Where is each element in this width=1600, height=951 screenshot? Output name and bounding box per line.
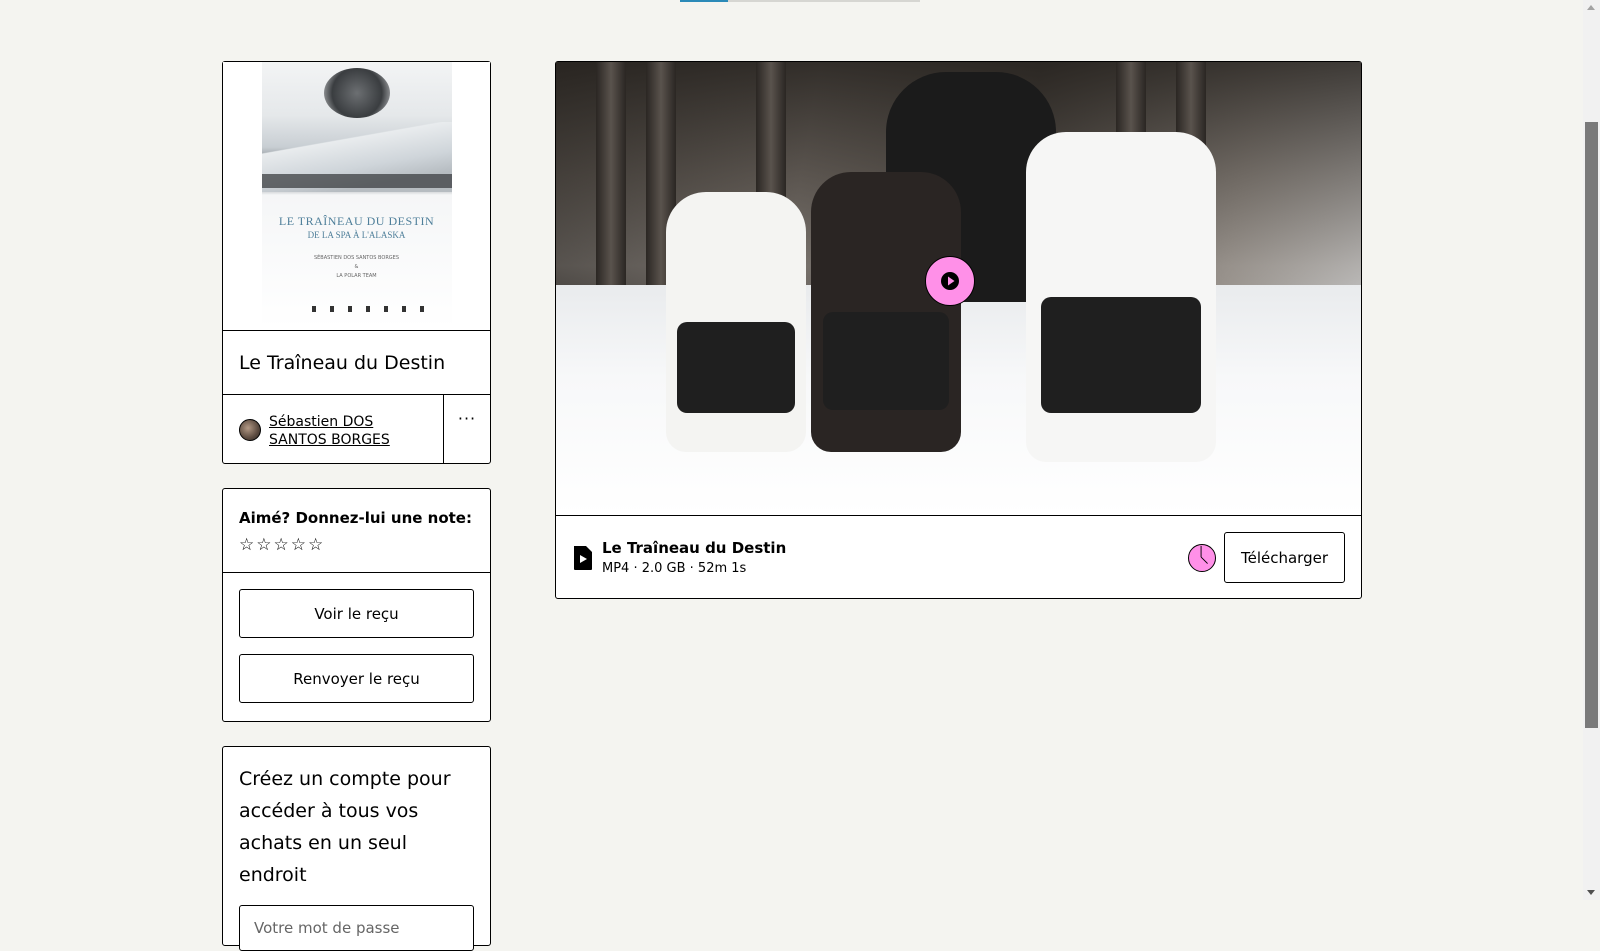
video-player[interactable] xyxy=(556,62,1361,516)
cover-title: LE TRAÎNEAU DU DESTIN xyxy=(278,214,435,228)
download-button[interactable]: Télécharger xyxy=(1224,532,1345,583)
file-name: Le Traîneau du Destin xyxy=(602,539,787,557)
product-cover-image: LE TRAÎNEAU DU DESTIN DE LA SPA À L'ALAS… xyxy=(261,62,452,328)
creator-name-link[interactable]: Sébastien DOS SANTOS BORGES xyxy=(269,413,427,449)
rating-label: Aimé? Donnez-lui une note: xyxy=(239,509,472,527)
star-icon[interactable]: ☆ xyxy=(308,535,323,555)
file-video-icon xyxy=(574,545,592,570)
star-icon[interactable]: ☆ xyxy=(256,535,271,555)
ellipsis-icon: ··· xyxy=(457,409,477,428)
play-icon xyxy=(941,272,959,290)
cover-wrapper: LE TRAÎNEAU DU DESTIN DE LA SPA À L'ALAS… xyxy=(223,62,490,331)
file-row: Le Traîneau du Destin MP4 · 2.0 GB · 52m… xyxy=(556,516,1361,599)
cover-sled-silhouette xyxy=(311,306,432,312)
star-icon[interactable]: ☆ xyxy=(239,535,254,555)
star-icon[interactable]: ☆ xyxy=(291,535,306,555)
file-info: Le Traîneau du Destin MP4 · 2.0 GB · 52m… xyxy=(602,539,1188,576)
view-receipt-button[interactable]: Voir le reçu xyxy=(239,589,474,638)
cover-forest xyxy=(261,174,452,188)
video-dog xyxy=(666,192,806,452)
file-meta: MP4 · 2.0 GB · 52m 1s xyxy=(602,561,747,576)
cover-dog-team-emblem xyxy=(323,68,390,118)
create-account-prompt: Créez un compte pour accéder à tous vos … xyxy=(239,768,451,886)
password-input[interactable] xyxy=(239,905,474,951)
resend-receipt-button[interactable]: Renvoyer le reçu xyxy=(239,654,474,703)
product-title: Le Traîneau du Destin xyxy=(223,331,490,395)
more-options-button[interactable]: ··· xyxy=(444,395,490,464)
video-tree xyxy=(596,62,626,322)
cover-credits: SÉBASTIEN DOS SANTOS BORGES & LA POLAR T… xyxy=(313,255,400,279)
top-tab-indicator xyxy=(680,0,920,2)
rating-receipt-card: Aimé? Donnez-lui une note: ☆ ☆ ☆ ☆ ☆ Voi… xyxy=(222,488,491,722)
scroll-up-arrow-icon[interactable] xyxy=(1587,5,1595,10)
creator-row: Sébastien DOS SANTOS BORGES ··· xyxy=(223,395,490,464)
active-tab-indicator xyxy=(680,0,728,2)
media-card: Le Traîneau du Destin MP4 · 2.0 GB · 52m… xyxy=(555,61,1362,599)
video-dog xyxy=(811,172,961,452)
create-account-card: Créez un compte pour accéder à tous vos … xyxy=(222,746,491,951)
scroll-down-arrow-icon[interactable] xyxy=(1587,890,1595,895)
creator-info: Sébastien DOS SANTOS BORGES xyxy=(223,395,444,464)
cover-subtitle: DE LA SPA À L'ALASKA xyxy=(307,230,406,240)
play-button[interactable] xyxy=(925,256,975,306)
star-icon[interactable]: ☆ xyxy=(274,535,289,555)
rating-section: Aimé? Donnez-lui une note: ☆ ☆ ☆ ☆ ☆ xyxy=(223,489,490,573)
star-rating: ☆ ☆ ☆ ☆ ☆ xyxy=(239,535,474,555)
creator-avatar xyxy=(239,419,261,441)
scrollbar-thumb[interactable] xyxy=(1585,122,1598,728)
page-scrollbar[interactable] xyxy=(1583,0,1600,900)
video-dog xyxy=(1026,132,1216,462)
product-card: LE TRAÎNEAU DU DESTIN DE LA SPA À L'ALAS… xyxy=(222,61,491,464)
download-progress-icon xyxy=(1188,543,1216,572)
